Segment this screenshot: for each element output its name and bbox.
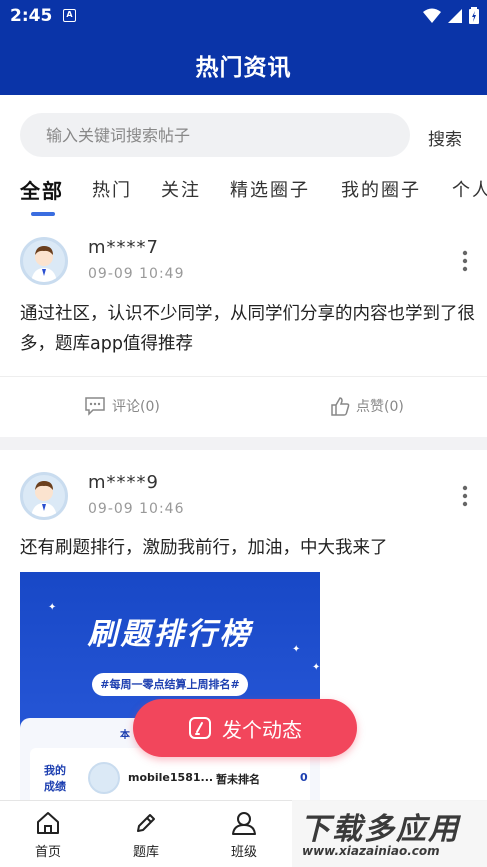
- nav-class[interactable]: 班级: [209, 811, 279, 860]
- comment-icon: [85, 397, 105, 416]
- post-content[interactable]: 通过社区，认识不少同学，从同学们分享的内容也学到了很多，题库app值得推荐: [20, 299, 475, 359]
- post-username[interactable]: m****7: [88, 237, 159, 258]
- tab-featured-circles[interactable]: 精选圈子: [230, 176, 310, 202]
- comment-button[interactable]: 评论(0): [84, 396, 160, 416]
- post-update-button[interactable]: 发个动态: [133, 699, 357, 757]
- watermark-logo: 下载多应用: [300, 812, 460, 847]
- post-content[interactable]: 还有刷题排行，激励我前行，加油，中大我来了: [20, 533, 475, 563]
- post-username[interactable]: m****9: [88, 472, 159, 493]
- watermark-url: www.xiazainiao.com: [302, 844, 440, 858]
- home-icon: [37, 812, 59, 834]
- image-score: 0: [300, 771, 308, 784]
- notification-icon: A: [63, 9, 76, 22]
- edit-icon: [189, 717, 211, 739]
- category-tabs: 全部 热门 关注 精选圈子 我的圈子 个人: [0, 170, 487, 222]
- search-bar: 搜索: [0, 95, 487, 165]
- post-image[interactable]: ✦ ✦ ✦ 刷题排行榜 #每周一零点结算上周排名# 本 我的 成绩 mobile…: [20, 572, 320, 802]
- watermark: 下载多应用 www.xiazainiao.com: [292, 800, 487, 867]
- image-user: mobile1581...: [128, 771, 214, 784]
- comment-count: 评论(0): [112, 399, 160, 415]
- image-rank: 暂未排名: [216, 773, 260, 786]
- search-input[interactable]: [46, 123, 386, 147]
- battery-icon: [469, 7, 479, 24]
- tab-personal[interactable]: 个人: [452, 176, 487, 202]
- post-separator: [0, 437, 487, 450]
- image-avatar: [88, 762, 120, 794]
- search-button[interactable]: 搜索: [428, 125, 462, 150]
- status-bar: 2:45 A: [0, 0, 487, 32]
- class-icon: [232, 812, 256, 835]
- nav-class-label: 班级: [230, 845, 257, 860]
- app-header: 热门资讯: [0, 32, 487, 95]
- nav-question-bank-label: 题库: [132, 845, 159, 860]
- tab-hot[interactable]: 热门: [92, 176, 132, 202]
- divider: [0, 376, 487, 377]
- avatar-icon: [31, 481, 57, 517]
- wifi-icon: [423, 8, 441, 23]
- image-tab-partial: 本: [120, 730, 130, 741]
- thumbs-up-icon: [331, 397, 350, 416]
- avatar[interactable]: [20, 237, 68, 285]
- sparkle-icon: ✦: [312, 662, 320, 673]
- status-icons: [423, 7, 479, 24]
- active-tab-indicator: [31, 212, 55, 216]
- status-time: 2:45: [10, 6, 53, 26]
- nav-home[interactable]: 首页: [13, 811, 83, 860]
- image-mine-label-2: 成绩: [44, 780, 66, 793]
- post-update-label: 发个动态: [222, 717, 302, 742]
- signal-icon: [448, 8, 462, 23]
- image-title: 刷题排行榜: [87, 617, 253, 652]
- image-pill: #每周一零点结算上周排名#: [92, 673, 248, 696]
- post-time: 09-09 10:49: [88, 266, 185, 282]
- tab-follow[interactable]: 关注: [161, 176, 201, 202]
- nav-home-label: 首页: [34, 845, 61, 860]
- image-mine-label-1: 我的: [44, 764, 66, 777]
- like-count: 点赞(0): [356, 399, 404, 415]
- tab-my-circles[interactable]: 我的圈子: [341, 176, 421, 202]
- avatar-icon: [31, 246, 57, 282]
- image-mine-label: 我的 成绩: [44, 763, 66, 795]
- pencil-icon: [137, 814, 155, 832]
- tab-all[interactable]: 全部: [20, 175, 64, 204]
- page-title: 热门资讯: [195, 55, 292, 81]
- search-box[interactable]: [20, 113, 410, 157]
- more-options-icon[interactable]: [460, 485, 470, 507]
- nav-question-bank[interactable]: 题库: [111, 811, 181, 860]
- avatar[interactable]: [20, 472, 68, 520]
- like-button[interactable]: 点赞(0): [330, 396, 404, 416]
- more-options-icon[interactable]: [460, 250, 470, 272]
- post-time: 09-09 10:46: [88, 501, 185, 517]
